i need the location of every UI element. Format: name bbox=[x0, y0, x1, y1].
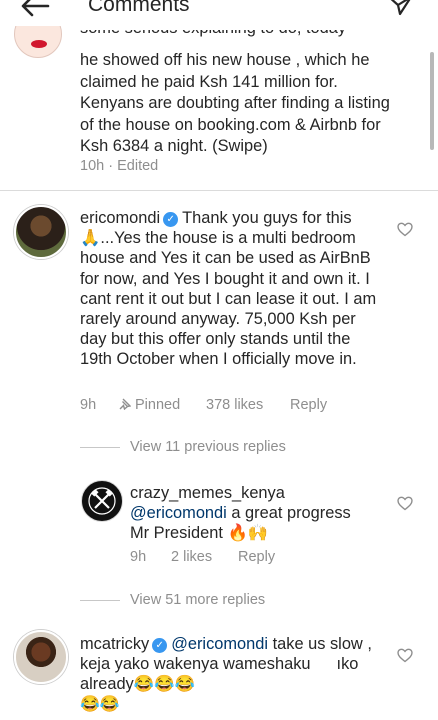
comment-username[interactable]: mcatricky bbox=[80, 635, 149, 653]
reply-time: 9h bbox=[130, 549, 147, 565]
avatar[interactable] bbox=[14, 205, 68, 259]
verified-badge-icon: ✓ bbox=[163, 212, 179, 227]
caption-edited: Edited bbox=[117, 158, 159, 174]
avatar[interactable] bbox=[14, 630, 68, 684]
view-replies-line bbox=[80, 447, 120, 448]
view-previous-replies[interactable]: View 11 previous replies bbox=[130, 439, 286, 455]
verified-badge-icon: ✓ bbox=[152, 638, 168, 653]
heart-outline-icon[interactable] bbox=[397, 222, 413, 237]
lips-logo-icon bbox=[31, 40, 47, 48]
reply-reply-button[interactable]: Reply bbox=[238, 549, 275, 565]
send-icon[interactable] bbox=[386, 0, 414, 20]
top-app-bar: Comments bbox=[0, 0, 438, 22]
reply-button[interactable]: Reply bbox=[290, 397, 327, 413]
comment-text: Thank you guys for this 🙏...Yes the hous… bbox=[80, 209, 377, 369]
reply-body: crazy_memes_kenya @ericomondi a great pr… bbox=[130, 483, 370, 544]
comment-likes[interactable]: 378 likes bbox=[206, 397, 263, 413]
reply-mention[interactable]: @ericomondi bbox=[130, 504, 227, 522]
scrollbar[interactable] bbox=[430, 52, 434, 150]
heart-outline-icon[interactable] bbox=[397, 648, 413, 663]
caption-cut-line: some serious explaining to do, today bbox=[80, 30, 380, 38]
reply-username[interactable]: crazy_memes_kenya bbox=[130, 484, 285, 502]
comment-body: mcatricky ✓ @ericomondi take us slow , kej… bbox=[80, 634, 380, 694]
comment-username[interactable]: ericomondi bbox=[80, 209, 160, 227]
reply-likes[interactable]: 2 likes bbox=[171, 549, 212, 565]
crossed-hammers-logo-icon bbox=[88, 487, 116, 515]
comment-mention[interactable]: @ericomondi bbox=[171, 635, 268, 653]
caption-meta: 10h · Edited bbox=[80, 158, 158, 174]
pin-icon bbox=[119, 398, 131, 410]
page-title: Comments bbox=[88, 0, 190, 16]
view-more-replies[interactable]: View 51 more replies bbox=[130, 592, 265, 608]
comment-text-last-line: 😂😂 bbox=[80, 696, 120, 713]
view-replies-line bbox=[80, 600, 120, 601]
avatar[interactable] bbox=[81, 480, 123, 522]
comment-time: 9h bbox=[80, 397, 97, 413]
caption-author-avatar[interactable] bbox=[14, 26, 64, 60]
heart-outline-icon[interactable] bbox=[397, 496, 413, 511]
back-arrow-icon[interactable] bbox=[18, 0, 50, 22]
caption-text: he showed off his new house , which he c… bbox=[80, 51, 390, 155]
caption-divider bbox=[0, 190, 438, 191]
pinned-label: Pinned bbox=[119, 397, 180, 413]
caption-time: 10h bbox=[80, 158, 105, 174]
caption-separator: · bbox=[108, 158, 114, 174]
comment-body: ericomondi ✓ Thank you guys for this 🙏...Y… bbox=[80, 208, 380, 370]
